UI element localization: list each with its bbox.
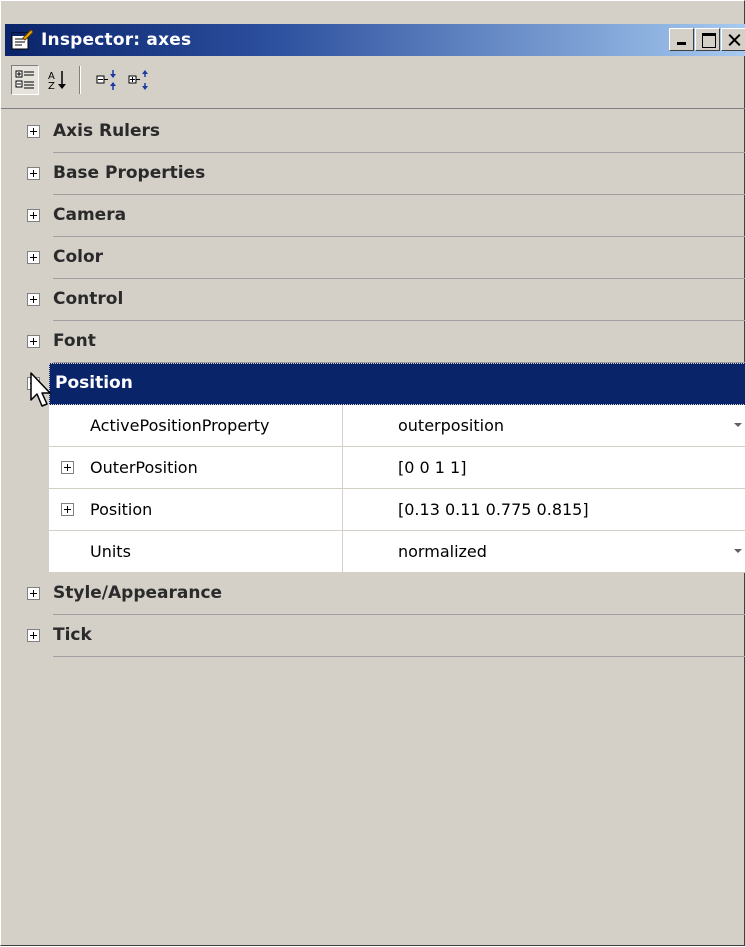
divider: [53, 656, 745, 657]
categorized-icon: [15, 70, 34, 89]
property-value-cell[interactable]: [0.13 0.11 0.775 0.815]: [344, 489, 745, 530]
expand-icon[interactable]: [27, 125, 40, 138]
dropdown-arrow-icon[interactable]: [734, 423, 742, 427]
category-base-properties[interactable]: Base Properties: [1, 153, 745, 195]
inspector-window: Inspector: axes A Z Axis Rulers Base Pro…: [0, 0, 745, 946]
window-title: Inspector: axes: [41, 30, 192, 50]
collapse-all-icon: [128, 70, 148, 90]
mouse-pointer-icon: [30, 372, 51, 407]
category-label: Camera: [53, 205, 127, 225]
toolbar-separator: [79, 66, 81, 94]
close-button[interactable]: [721, 28, 745, 51]
expand-all-button[interactable]: [93, 65, 121, 95]
property-row-position[interactable]: Position [0.13 0.11 0.775 0.815]: [49, 489, 745, 531]
category-label: Font: [53, 331, 96, 351]
categorized-view-button[interactable]: [11, 65, 39, 95]
category-label: Color: [53, 247, 104, 267]
category-style-appearance[interactable]: Style/Appearance: [1, 573, 745, 615]
expand-icon[interactable]: [27, 209, 40, 222]
alphabetical-view-button[interactable]: A Z: [43, 65, 71, 95]
expand-icon[interactable]: [27, 587, 40, 600]
category-camera[interactable]: Camera: [1, 195, 745, 237]
property-name: OuterPosition: [90, 458, 198, 477]
category-label: Base Properties: [53, 163, 206, 183]
category-font[interactable]: Font: [1, 321, 745, 363]
property-value: [0.13 0.11 0.775 0.815]: [398, 500, 589, 519]
expand-icon[interactable]: [61, 461, 74, 474]
svg-text:Z: Z: [48, 81, 55, 91]
property-name: ActivePositionProperty: [90, 416, 270, 435]
sort-az-icon: A Z: [48, 71, 66, 91]
property-value-cell[interactable]: normalized: [344, 531, 745, 572]
category-label: Axis Rulers: [53, 121, 161, 141]
expand-icon[interactable]: [27, 167, 40, 180]
category-label: Style/Appearance: [53, 583, 223, 603]
dropdown-arrow-icon[interactable]: [734, 549, 742, 553]
category-control[interactable]: Control: [1, 279, 745, 321]
category-tick[interactable]: Tick: [1, 615, 745, 657]
expand-icon[interactable]: [27, 335, 40, 348]
property-grid: Axis Rulers Base Properties Camera Color…: [1, 108, 745, 947]
property-value: normalized: [398, 542, 487, 561]
property-name-cell: Position: [49, 489, 343, 530]
property-value-cell[interactable]: [0 0 1 1]: [344, 447, 745, 488]
title-bar[interactable]: Inspector: axes: [5, 24, 745, 56]
maximize-button[interactable]: [695, 28, 720, 51]
property-name-cell: ActivePositionProperty: [49, 405, 343, 446]
property-row-outer-position[interactable]: OuterPosition [0 0 1 1]: [49, 447, 745, 489]
category-position[interactable]: Position: [1, 363, 745, 405]
property-value: [0 0 1 1]: [398, 458, 467, 477]
position-properties-table: ActivePositionProperty outerposition Out…: [49, 405, 745, 573]
expand-icon[interactable]: [27, 293, 40, 306]
expand-icon[interactable]: [61, 503, 74, 516]
category-color[interactable]: Color: [1, 237, 745, 279]
category-label: Tick: [53, 625, 92, 645]
toolbar: A Z: [5, 58, 745, 102]
expand-all-icon: [96, 70, 116, 90]
property-value-cell[interactable]: outerposition: [344, 405, 745, 446]
property-name: Units: [90, 542, 131, 561]
inspector-app-icon: [11, 29, 34, 51]
selection-highlight: [49, 363, 745, 405]
minimize-button[interactable]: [669, 28, 694, 51]
expand-icon[interactable]: [27, 629, 40, 642]
collapse-all-button[interactable]: [125, 65, 153, 95]
expand-icon[interactable]: [27, 251, 40, 264]
property-row-active-position-property[interactable]: ActivePositionProperty outerposition: [49, 405, 745, 447]
category-label: Control: [53, 289, 124, 309]
property-name-cell: OuterPosition: [49, 447, 343, 488]
property-name: Position: [90, 500, 153, 519]
category-label: Position: [55, 373, 133, 393]
property-name-cell: Units: [49, 531, 343, 572]
category-axis-rulers[interactable]: Axis Rulers: [1, 111, 745, 153]
property-value: outerposition: [398, 416, 504, 435]
property-row-units[interactable]: Units normalized: [49, 531, 745, 573]
